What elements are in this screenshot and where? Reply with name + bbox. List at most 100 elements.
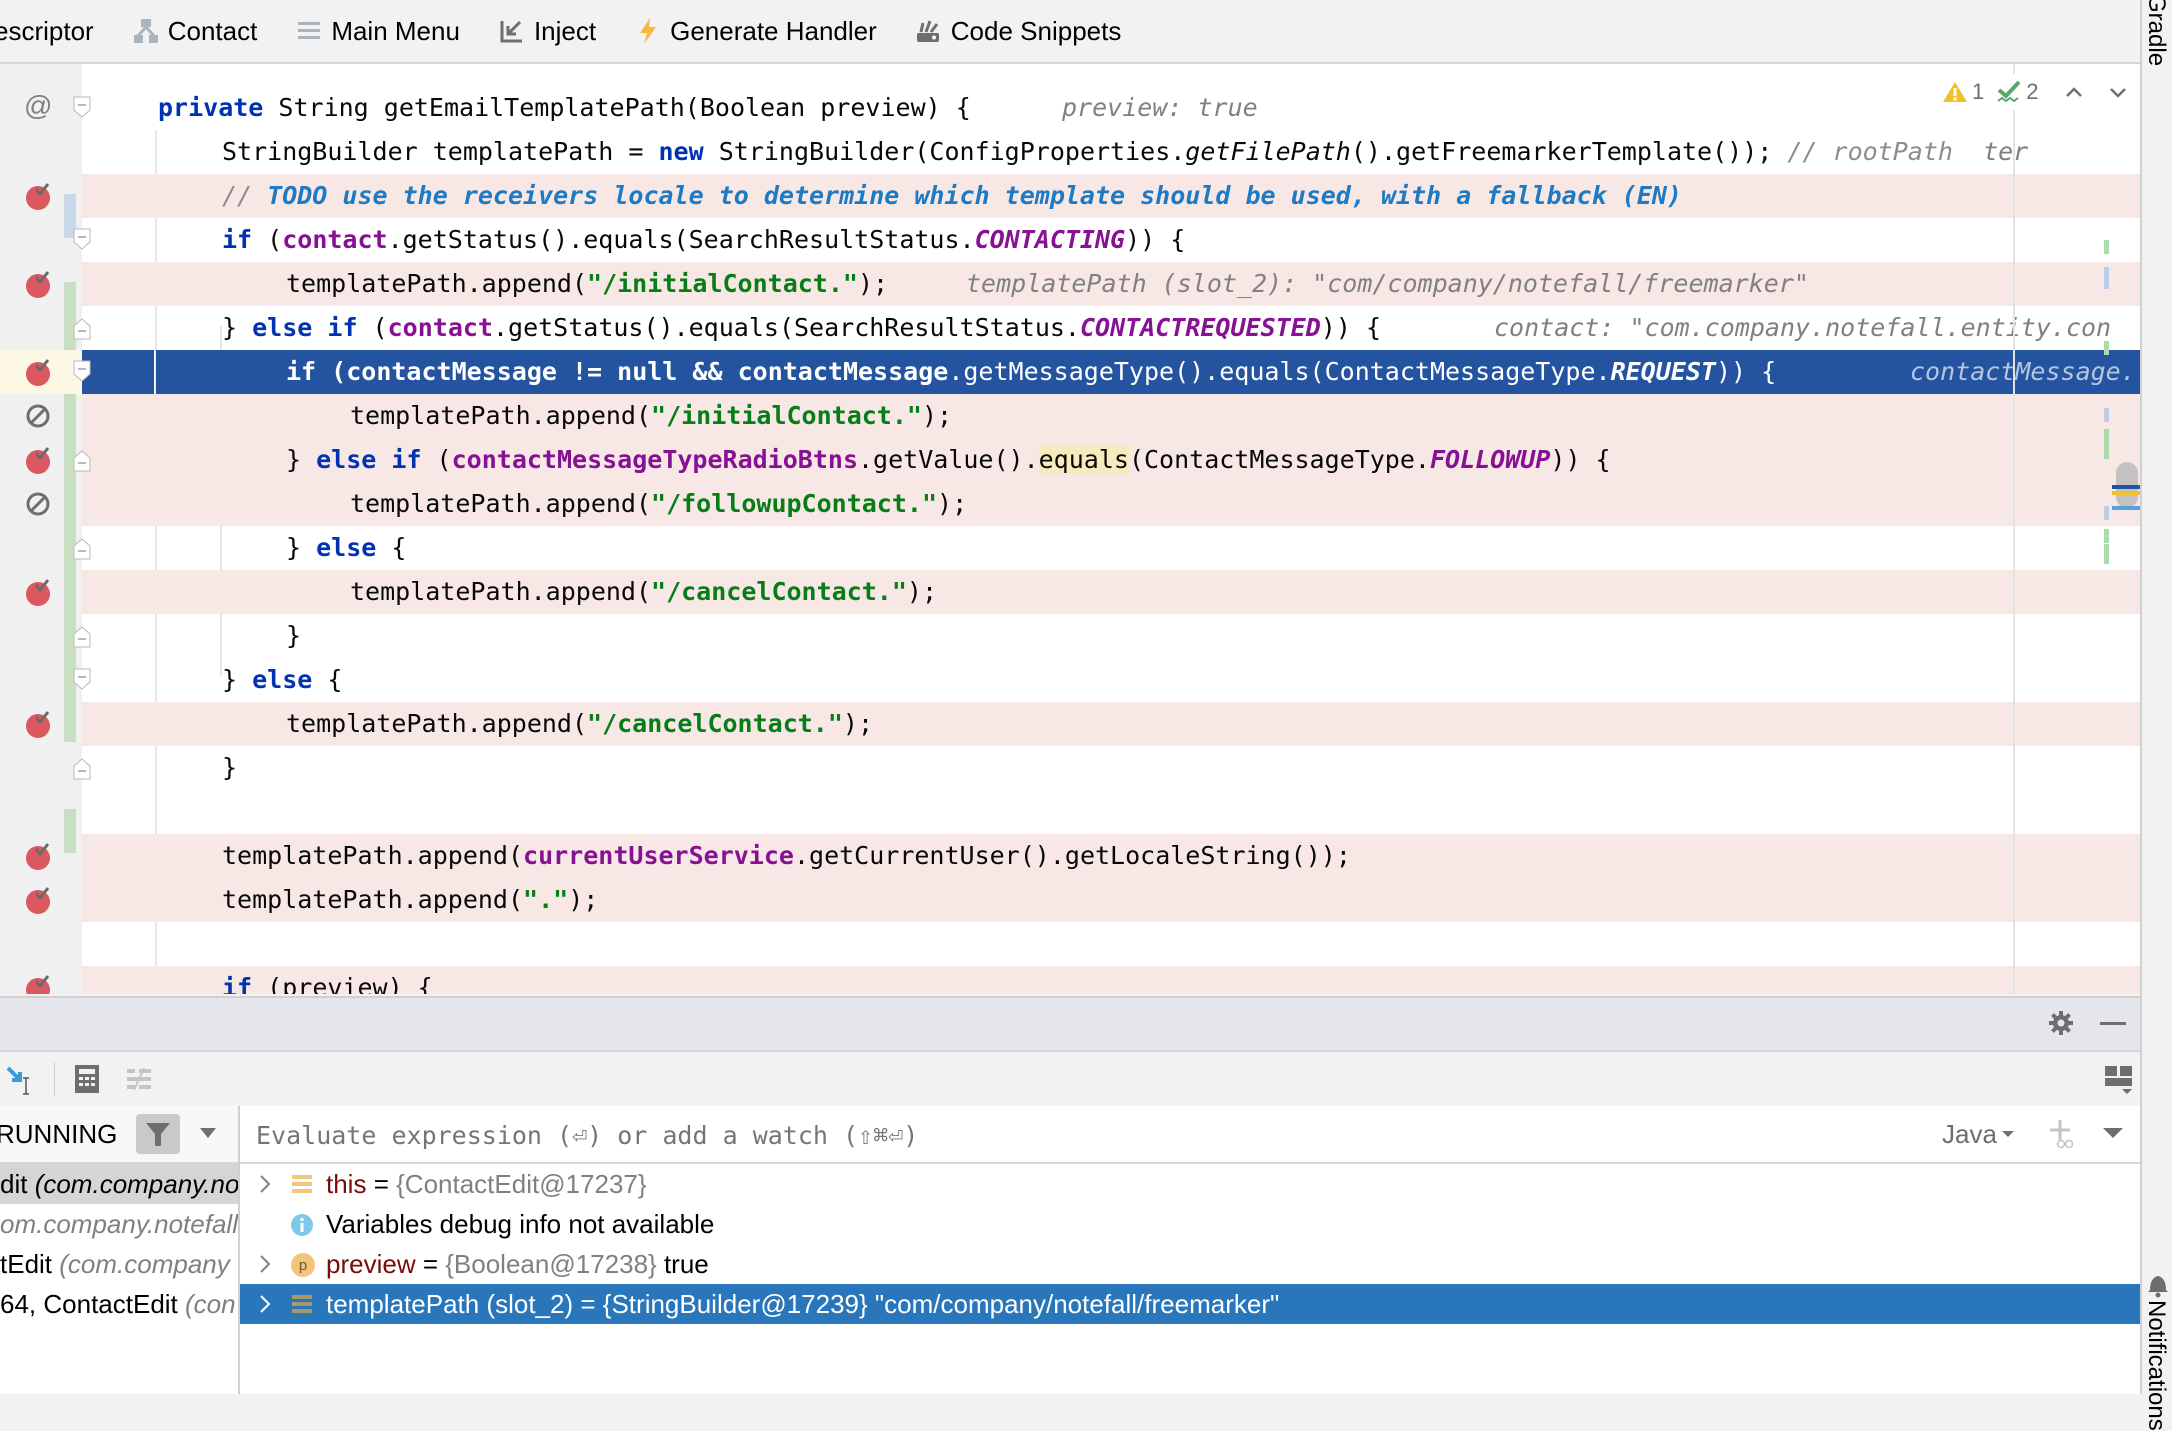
highlight-marker bbox=[2112, 491, 2140, 495]
toolbar-generate-handler[interactable]: Generate Handler bbox=[634, 16, 877, 47]
change-marker bbox=[2104, 408, 2109, 422]
fold-icon[interactable] bbox=[73, 318, 91, 340]
right-margin-guide bbox=[2013, 64, 2015, 994]
breakpoint-disabled-icon[interactable] bbox=[24, 490, 52, 518]
run-to-cursor-icon[interactable] bbox=[6, 1064, 36, 1096]
code-line: StringBuilder templatePath = new StringB… bbox=[222, 137, 2029, 166]
notifications-tool-button[interactable]: Notifications bbox=[2142, 1300, 2170, 1431]
breakpoint-verified-icon[interactable] bbox=[24, 182, 52, 210]
expand-arrow-icon[interactable] bbox=[258, 1294, 272, 1314]
code-line: } bbox=[0, 614, 2140, 658]
chevron-down-icon[interactable] bbox=[198, 1126, 218, 1140]
info-icon bbox=[291, 1214, 313, 1236]
fold-icon[interactable] bbox=[73, 538, 91, 560]
fold-icon[interactable] bbox=[73, 668, 91, 690]
breakpoint-disabled-icon[interactable] bbox=[24, 402, 52, 430]
language-selector[interactable]: Java bbox=[1942, 1106, 2015, 1162]
code-line: } else if (contact.getStatus().equals(Se… bbox=[0, 306, 2140, 350]
thread-selector[interactable]: RUNNING bbox=[0, 1106, 238, 1164]
breakpoint-verified-icon[interactable] bbox=[24, 710, 52, 738]
fold-icon[interactable] bbox=[73, 626, 91, 648]
code-line: templatePath.append("/cancelContact."); bbox=[0, 570, 2140, 614]
code-editor[interactable]: @ private String getEmailTemplatePath(Bo… bbox=[0, 64, 2140, 994]
frames-panel: RUNNING dit (com.company.no om.company.n… bbox=[0, 1106, 240, 1394]
fold-icon[interactable] bbox=[73, 360, 91, 382]
change-marker bbox=[2104, 506, 2109, 520]
code-line: templatePath.append("/followupContact.")… bbox=[0, 482, 2140, 526]
code-line: templatePath.append("/cancelContact."); bbox=[0, 702, 2140, 746]
hierarchy-icon bbox=[132, 17, 160, 45]
visible-area-marker bbox=[2112, 506, 2140, 510]
inspection-widget[interactable]: 1 2 bbox=[1942, 74, 2129, 110]
change-marker bbox=[2104, 544, 2109, 564]
evaluate-expression-icon[interactable] bbox=[74, 1064, 100, 1094]
toolbar-code-snippets[interactable]: Code Snippets bbox=[915, 16, 1121, 47]
lightning-icon bbox=[634, 17, 662, 45]
expand-arrow-icon[interactable] bbox=[258, 1254, 272, 1274]
editor-toolbar: escriptor Contact Main Menu Inject Gener… bbox=[0, 0, 2140, 64]
code-line: templatePath.append("/initialContact."); bbox=[0, 394, 2140, 438]
fold-icon[interactable] bbox=[73, 96, 91, 118]
variables-panel: Java this = {ContactEdit@17237} Variable… bbox=[240, 1106, 2140, 1394]
debug-toolbar bbox=[0, 1050, 2140, 1108]
expand-history-icon[interactable] bbox=[2102, 1126, 2124, 1140]
chevron-down-icon bbox=[2001, 1131, 2014, 1137]
frame-row[interactable]: dit (com.company.no bbox=[0, 1164, 238, 1204]
minimize-icon[interactable] bbox=[2100, 1022, 2126, 1025]
breakpoint-verified-icon[interactable] bbox=[24, 270, 52, 298]
breakpoint-verified-icon[interactable] bbox=[24, 446, 52, 474]
layout-settings-icon[interactable] bbox=[2104, 1064, 2134, 1096]
filter-button[interactable] bbox=[136, 1114, 180, 1154]
bell-icon bbox=[2148, 1276, 2168, 1298]
breakpoint-verified-icon[interactable] bbox=[24, 886, 52, 914]
toolbar-descriptor[interactable]: escriptor bbox=[0, 16, 94, 47]
breakpoint-verified-icon[interactable] bbox=[24, 358, 52, 386]
svg-text:p: p bbox=[299, 1257, 307, 1274]
frame-row[interactable]: om.company.notefall bbox=[0, 1204, 238, 1244]
next-highlight-icon[interactable] bbox=[2107, 81, 2129, 103]
breakpoint-verified-icon[interactable] bbox=[24, 578, 52, 606]
code-line: } else { bbox=[0, 658, 2140, 702]
warning-icon bbox=[1943, 82, 1967, 102]
fold-icon[interactable] bbox=[73, 228, 91, 250]
variable-row: Variables debug info not available bbox=[240, 1204, 2140, 1244]
trace-icon[interactable] bbox=[126, 1066, 154, 1092]
fold-icon[interactable] bbox=[73, 450, 91, 472]
right-tool-strip: Gradle Notifications bbox=[2140, 0, 2172, 1431]
add-watch-icon[interactable] bbox=[2048, 1118, 2076, 1150]
code-line: } else if (contactMessageTypeRadioBtns.g… bbox=[0, 438, 2140, 482]
previous-highlight-icon[interactable] bbox=[2063, 81, 2085, 103]
code-line: templatePath.append(currentUserService.g… bbox=[0, 834, 2140, 878]
field-icon bbox=[292, 1295, 312, 1313]
fold-icon[interactable] bbox=[73, 758, 91, 780]
frame-row[interactable]: tEdit (com.company bbox=[0, 1244, 238, 1284]
variable-row[interactable]: p preview = {Boolean@17238} true bbox=[240, 1244, 2140, 1284]
variable-row[interactable]: this = {ContactEdit@17237} bbox=[240, 1164, 2140, 1204]
gear-icon[interactable] bbox=[2046, 1008, 2076, 1038]
code-line: } else { bbox=[0, 526, 2140, 570]
caret-marker bbox=[2112, 485, 2140, 489]
evaluate-expression-input[interactable] bbox=[254, 1114, 1918, 1156]
inline-hint: contact: "com.company.notefall.entity.co… bbox=[1494, 313, 2112, 342]
toolbar-inject[interactable]: Inject bbox=[498, 16, 596, 47]
toolbar-main-menu[interactable]: Main Menu bbox=[295, 16, 460, 47]
weak-warning-icon bbox=[1997, 80, 2021, 103]
gradle-tool-button[interactable]: Gradle bbox=[2142, 0, 2170, 66]
breakpoint-verified-icon[interactable] bbox=[24, 842, 52, 870]
variable-row-selected[interactable]: templatePath (slot_2) = {StringBuilder@1… bbox=[240, 1284, 2140, 1324]
current-execution-line: if (contactMessage != null && contactMes… bbox=[0, 350, 2140, 394]
inline-hint: contactMessage. bbox=[1910, 357, 2136, 386]
expand-arrow-icon[interactable] bbox=[258, 1174, 272, 1194]
code-line: @ private String getEmailTemplatePath(Bo… bbox=[0, 86, 2140, 130]
toolbar-separator bbox=[54, 1062, 55, 1096]
toolbar-contact[interactable]: Contact bbox=[132, 16, 257, 47]
field-icon bbox=[292, 1175, 312, 1193]
breakpoint-verified-icon[interactable] bbox=[24, 974, 52, 994]
thread-status: RUNNING bbox=[0, 1119, 118, 1149]
snippets-icon bbox=[915, 17, 943, 45]
frame-row[interactable]: 64, ContactEdit (con bbox=[0, 1284, 238, 1324]
change-marker bbox=[2104, 341, 2109, 355]
code-line: templatePath.append("/initialContact.");… bbox=[0, 262, 2140, 306]
filter-icon bbox=[146, 1123, 170, 1146]
